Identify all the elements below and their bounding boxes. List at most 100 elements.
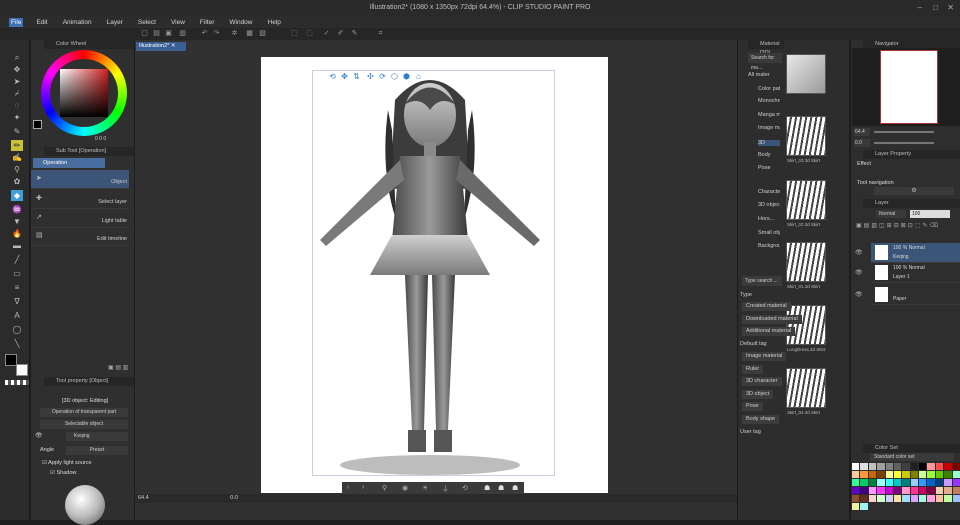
close-tab-icon[interactable]: ✕ [171,43,176,49]
sub-tool-bottom-icons[interactable]: ▣ ▤ ▥ [108,364,128,371]
pencil-icon[interactable]: ✏ [11,140,23,151]
color-set-swatch[interactable] [852,463,860,470]
minimize-icon[interactable]: – [918,3,922,12]
gradient-icon[interactable]: 🔥 [11,228,23,239]
color-set-swatch[interactable] [902,479,910,486]
preset-c-icon[interactable]: ☗ [512,484,518,492]
color-set-swatch[interactable] [852,495,860,502]
color-set-swatch[interactable] [893,487,902,494]
color-set-swatch[interactable] [919,487,927,494]
navigator-zoom[interactable]: 64.4 [854,128,870,136]
material-search[interactable]: Search for ma... [748,53,782,71]
color-set-swatch[interactable] [927,471,935,478]
color-set-swatch[interactable] [927,479,935,486]
color-set-swatch[interactable] [935,471,944,478]
color-set-swatch[interactable] [893,479,902,486]
transform-icon[interactable]: ⬚ [290,30,299,38]
color-set-swatch[interactable] [868,495,877,502]
color-set-swatch[interactable] [860,463,868,470]
sub-tool-object[interactable]: ➤ Object [31,170,129,189]
saturation-value-square[interactable] [60,69,108,117]
main-color-mini[interactable] [33,120,42,129]
color-set-swatch[interactable] [852,479,860,486]
color-set-swatch[interactable] [877,495,885,502]
color-set-swatch[interactable] [852,471,860,478]
move-icon[interactable]: ✥ [11,64,23,75]
color-set-swatch[interactable] [893,463,902,470]
menu-view[interactable]: View [169,18,187,27]
angle-preset-dropdown[interactable]: Preset [66,446,128,455]
color-set-swatch[interactable] [919,471,927,478]
color-set-swatch[interactable] [860,495,868,502]
camera-icon[interactable]: ◉ [402,484,408,492]
menu-file[interactable]: File [9,17,24,27]
material-tag[interactable]: Image material [742,352,787,361]
material-tree-item[interactable]: Pose [758,165,780,171]
color-set-swatch[interactable] [910,487,919,494]
vector-icon[interactable]: ∇ [11,296,23,307]
material-tag[interactable]: Created material [742,302,791,311]
next-icon[interactable]: › [362,484,364,491]
material-tag[interactable]: 3D object [742,389,774,399]
apply-light-checkbox[interactable]: ☑ Apply light source [42,460,92,466]
layer-row[interactable]: 100 % Normal Keqing [871,243,960,263]
shadow-checkbox[interactable]: ☑ Shadow [50,470,76,476]
color-set-swatch[interactable] [927,487,935,494]
color-set-swatch[interactable] [902,471,910,478]
pen-stabilize-icon[interactable]: ✓ [322,30,331,38]
navigator-zoom-slider[interactable] [874,131,934,133]
color-set-swatch[interactable] [935,487,944,494]
undo-icon[interactable]: ↶ [200,30,209,38]
color-set-swatch[interactable] [885,495,893,502]
fill-icon[interactable]: ▧ [258,30,267,38]
color-set-swatch[interactable] [868,487,877,494]
menu-edit[interactable]: Edit [34,18,49,27]
magic-wand-icon[interactable]: ✦ [11,112,23,123]
material-tag[interactable]: Body shape [742,414,780,424]
blend-mode-dropdown[interactable]: Normal [876,210,906,218]
color-set-swatch[interactable] [877,463,885,470]
material-tree-item[interactable]: 3D object [758,202,780,208]
preset-b-icon[interactable]: ☗ [498,484,504,492]
color-set-swatch[interactable] [885,463,893,470]
material-tree-item[interactable]: Monochromatic [758,98,780,104]
color-set-dropdown[interactable]: Standard color set [870,453,954,461]
grid-icon[interactable]: ⌗ [376,30,385,38]
tool-navigation-button[interactable]: ⚙ [874,187,954,195]
line-icon[interactable]: ╱ [11,254,23,265]
material-tree-item[interactable]: Background [758,243,780,249]
color-set-swatch[interactable] [919,463,927,470]
light-icon[interactable]: ☀ [422,484,428,492]
eraser-icon[interactable]: ◆ [11,190,23,201]
object-eye-icon[interactable]: 👁 [35,432,43,439]
snap-ruler-icon[interactable]: ✎ [350,30,359,38]
color-set-swatch[interactable] [927,495,935,502]
color-set-swatch[interactable] [868,471,877,478]
material-tag[interactable]: Ruler [742,364,764,374]
material-thumbnail[interactable] [786,305,826,345]
menu-layer[interactable]: Layer [105,18,125,27]
landing-icon[interactable]: ⏚ [442,484,449,494]
prev-icon[interactable]: ‹ [347,484,349,491]
color-set-swatch[interactable] [952,463,960,470]
material-thumbnail[interactable] [786,116,826,156]
selectable-object-dropdown[interactable]: Selectable object [40,420,128,429]
layer-toolbar[interactable]: ▣▤▥◫⊞⊟⊠⊡⬚✎⌫ [856,222,940,229]
color-set-swatch[interactable] [919,479,927,486]
material-search-2[interactable]: Type search ... [742,276,782,286]
material-thumbnail[interactable] [786,242,826,282]
color-set-swatch[interactable] [902,495,910,502]
pen-icon[interactable]: ✎ [11,126,23,137]
color-set-swatch[interactable] [902,487,910,494]
color-set-swatch[interactable] [885,487,893,494]
material-thumbnail[interactable] [786,180,826,220]
3d-character-figure[interactable] [300,70,560,480]
balloon-icon[interactable]: ◯ [11,324,23,335]
transparent-color-swatch[interactable] [5,380,29,385]
color-set-swatch[interactable] [910,495,919,502]
navigator-rotation-slider[interactable] [874,142,934,144]
document-tab[interactable]: Illustration2* ✕ [136,42,186,51]
redo-icon[interactable]: ↷ [212,30,221,38]
color-set-swatch[interactable] [860,471,868,478]
opacity-field[interactable]: 100 [910,210,950,218]
